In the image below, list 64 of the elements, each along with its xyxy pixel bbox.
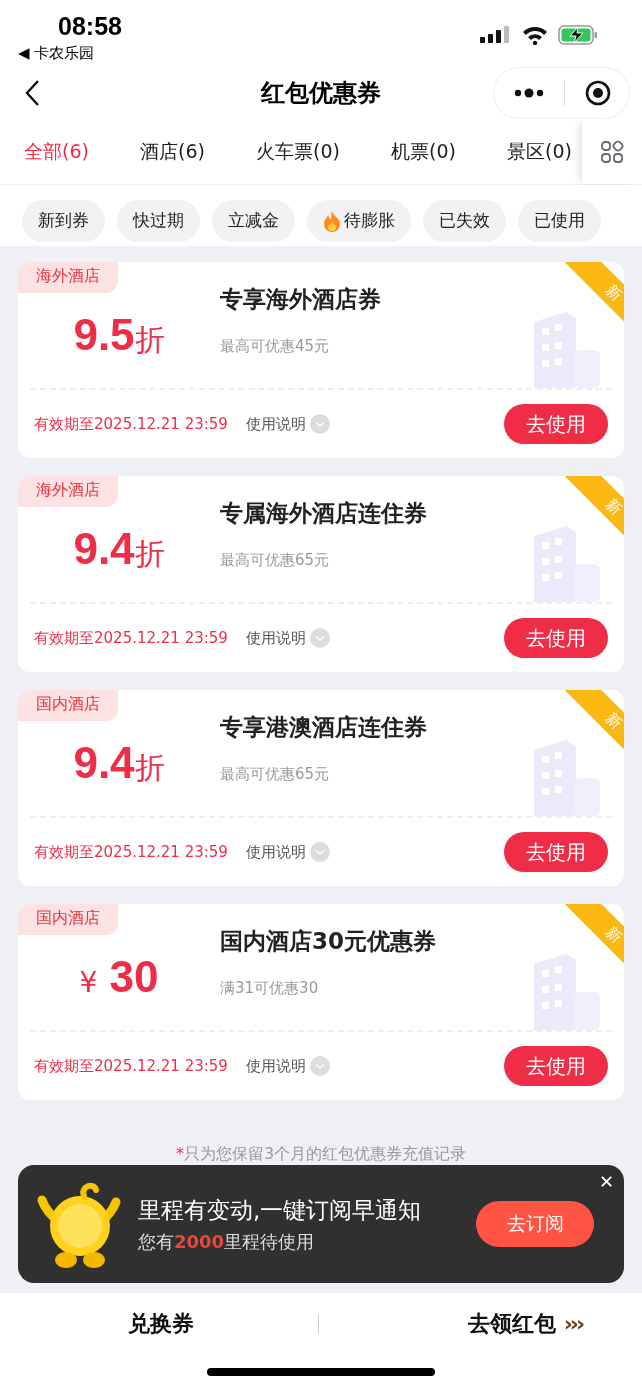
status-time: 08:58 [58, 11, 122, 41]
battery-charging-icon [558, 25, 598, 45]
back-to-app-link[interactable]: ◀ 卡农乐园 [18, 41, 122, 65]
discount-unit: 折 [134, 749, 165, 787]
filter-chip[interactable]: 待膨胀 [307, 199, 411, 242]
discount-unit: 折 [134, 321, 165, 359]
voucher-link[interactable]: 兑换券 [128, 1309, 194, 1339]
category-tab[interactable]: 全部(6) [24, 138, 89, 165]
close-button[interactable]: ✕ [598, 1171, 614, 1192]
chevron-down-icon[interactable] [309, 414, 330, 434]
filter-chip[interactable]: 已使用 [518, 199, 601, 242]
usage-instructions-link[interactable]: 使用说明 [245, 628, 306, 648]
category-tab[interactable]: 酒店(6) [140, 138, 205, 165]
amount-value: 30 [109, 952, 159, 1002]
expiry-date: 有效期至2025.12.21 23:59 [34, 1056, 228, 1076]
page-title: 红包优惠券 [259, 77, 382, 109]
discount-value: 9.4 [73, 737, 135, 788]
banner-subtitle: 您有2000里程待使用 [138, 1229, 316, 1254]
expiry-date: 有效期至2025.12.21 23:59 [34, 414, 228, 434]
coupon-title: 专属海外酒店连住券 [220, 499, 428, 528]
use-button[interactable]: 去使用 [504, 1046, 608, 1086]
filter-chip[interactable]: 立减金 [212, 199, 295, 242]
filter-chip[interactable]: 已失效 [423, 199, 506, 242]
use-button[interactable]: 去使用 [504, 618, 608, 658]
coupon-tag: 国内酒店 [18, 904, 118, 935]
category-tab[interactable]: 机票(0) [391, 138, 456, 165]
grid-icon[interactable] [600, 139, 624, 164]
currency-symbol: ¥ [79, 966, 98, 999]
signal-icon [480, 26, 512, 44]
coupon-condition: 满31可优惠30 [220, 979, 320, 998]
coupon-tag: 海外酒店 [18, 476, 118, 507]
expiry-date: 有效期至2025.12.21 23:59 [34, 628, 228, 648]
coupon-title: 专享港澳酒店连住券 [220, 713, 428, 742]
back-icon[interactable] [24, 78, 40, 107]
coupon-tag: 国内酒店 [18, 690, 118, 721]
banner-title: 里程有变动,一键订阅早通知 [138, 1195, 422, 1225]
usage-instructions-link[interactable]: 使用说明 [245, 842, 306, 862]
discount-value: 9.5 [73, 309, 135, 360]
coupon-title: 专享海外酒店券 [220, 285, 382, 314]
use-button[interactable]: 去使用 [504, 404, 608, 444]
coupon-condition: 最高可优惠65元 [220, 551, 331, 570]
use-button[interactable]: 去使用 [504, 832, 608, 872]
claim-coupons-link[interactable]: 去领红包 ››› [468, 1309, 582, 1339]
chevron-down-icon[interactable] [309, 842, 330, 862]
footnote: *只为您保留3个月的红包优惠券充值记录 [174, 1144, 468, 1165]
expiry-date: 有效期至2025.12.21 23:59 [34, 842, 228, 862]
chevron-down-icon[interactable] [309, 628, 330, 648]
category-tab[interactable]: 火车票(0) [256, 138, 340, 165]
usage-instructions-link[interactable]: 使用说明 [245, 414, 306, 434]
close-mini-program-icon[interactable] [585, 79, 611, 106]
home-indicator[interactable] [207, 1368, 435, 1376]
discount-unit: 折 [134, 535, 165, 573]
coupon-condition: 最高可优惠45元 [220, 337, 331, 356]
wifi-icon [522, 25, 548, 45]
coupon-tag: 海外酒店 [18, 262, 118, 293]
coupon-title: 国内酒店30元优惠券 [220, 927, 437, 956]
category-tab[interactable]: 景区(0) [507, 138, 572, 165]
usage-instructions-link[interactable]: 使用说明 [245, 1056, 306, 1076]
discount-value: 9.4 [73, 523, 135, 574]
filter-chip[interactable]: 快过期 [117, 199, 200, 242]
filter-chip[interactable]: 新到券 [22, 199, 105, 242]
coupon-condition: 最高可优惠65元 [220, 765, 331, 784]
chevron-down-icon[interactable] [309, 1056, 330, 1076]
more-icon[interactable] [514, 87, 544, 98]
